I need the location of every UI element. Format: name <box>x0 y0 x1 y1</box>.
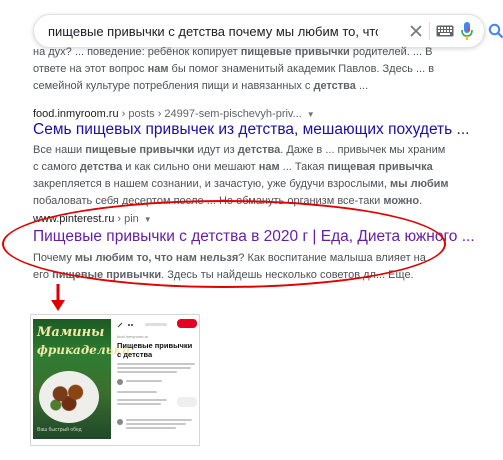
search-bar <box>33 14 503 48</box>
meatballs-image <box>47 381 91 413</box>
search-input[interactable] <box>48 15 378 47</box>
dropdown-arrow-icon[interactable]: ▼ <box>307 110 315 119</box>
pin-text-line <box>117 391 157 393</box>
pin-text-line <box>117 363 195 365</box>
search-icon[interactable] <box>488 23 503 39</box>
book-title: Мамины <box>37 325 105 340</box>
book-footer: Ваш быстрый обед <box>37 427 82 433</box>
pin-save-button <box>177 319 197 328</box>
pin-text-line <box>126 423 186 425</box>
pin-source: food.inmyroom.ru <box>117 334 149 339</box>
result-cite[interactable]: food.inmyroom.ru › posts › 24997-sem-pis… <box>33 108 315 120</box>
result-title-link[interactable]: Семь пищевых привычек из детства, мешающ… <box>33 121 469 139</box>
result-snippet: на дух? ... поведение: ребёнок копирует … <box>33 46 435 92</box>
pinterest-thumbnail[interactable]: Мамины фрикадельки Ваш быстрый обед food… <box>30 314 200 446</box>
avatar <box>117 419 123 425</box>
pin-text-line <box>126 427 176 429</box>
keyboard-icon[interactable] <box>436 25 454 37</box>
pin-action-button <box>177 397 197 407</box>
highlight-ellipse <box>2 200 446 288</box>
avatar <box>117 379 123 385</box>
microphone-icon[interactable] <box>461 22 473 40</box>
pin-text-line <box>126 419 192 421</box>
close-icon[interactable] <box>408 23 424 39</box>
pin-title: Пищевые привычки с детства <box>117 341 193 359</box>
red-arrow-icon <box>51 284 65 311</box>
pin-text-line <box>126 380 162 382</box>
book-cover-image: Мамины фрикадельки Ваш быстрый обед <box>33 319 130 439</box>
cite-path: › posts › 24997-sem-pischevyh-priv... <box>118 108 302 120</box>
pin-text-line <box>117 371 177 373</box>
cite-site: food.inmyroom.ru <box>33 108 119 120</box>
pin-text-line <box>117 367 191 369</box>
pin-panel: food.inmyroom.ru Пищевые привычки с детс… <box>117 319 197 441</box>
divider <box>429 22 430 40</box>
pin-text-line <box>117 403 161 405</box>
pin-text-line <box>117 399 167 401</box>
